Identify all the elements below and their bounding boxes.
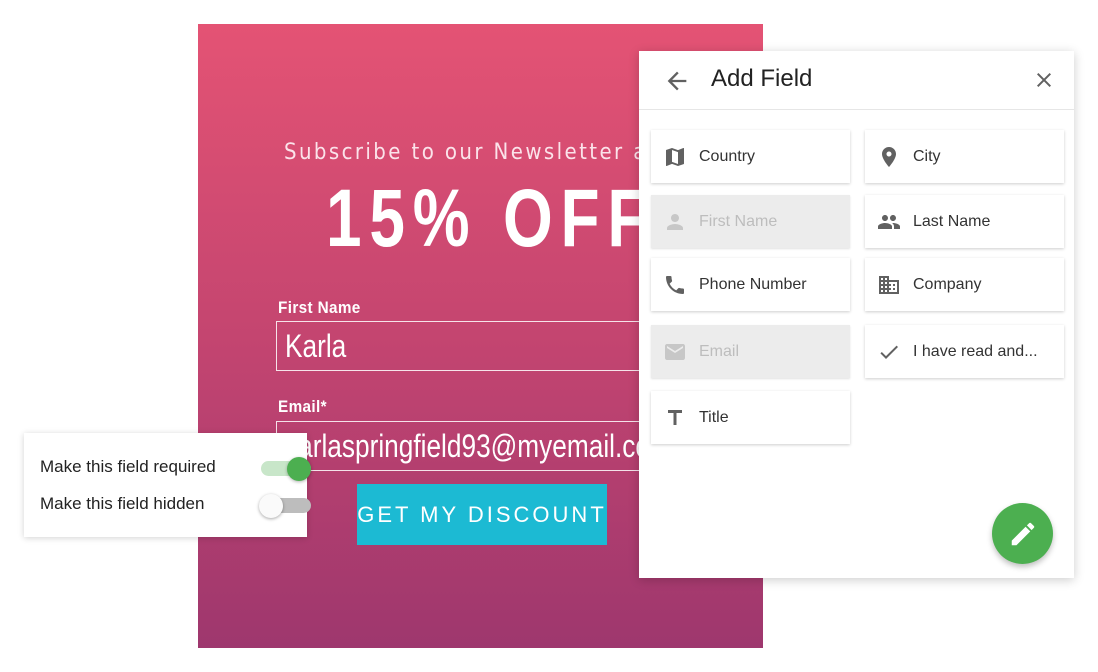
required-toggle-label: Make this field required: [40, 457, 216, 476]
discount-headline: 15% OFF: [326, 173, 655, 264]
close-icon: [1037, 73, 1051, 87]
field-option-label: Country: [699, 147, 756, 165]
panel-title: Add Field: [711, 65, 813, 92]
first-name-label: First Name: [278, 298, 361, 317]
arrow-back-icon: [667, 71, 687, 91]
hidden-toggle-switch[interactable]: [259, 494, 311, 518]
field-option-label: Last Name: [913, 212, 991, 230]
people-icon: [877, 210, 901, 234]
field-option-country[interactable]: Country: [651, 130, 850, 183]
pencil-icon: [1011, 522, 1034, 545]
panel-header: Add Field: [639, 51, 1074, 110]
field-option-label: Company: [913, 275, 982, 293]
first-name-value: Karla: [285, 328, 347, 364]
email-value: karlaspringfield93@myemail.com: [285, 428, 672, 464]
back-button[interactable]: [661, 65, 693, 97]
field-option-label: Email: [699, 342, 740, 360]
field-option-city[interactable]: City: [865, 130, 1064, 183]
email-input[interactable]: karlaspringfield93@myemail.com: [276, 421, 696, 471]
check-icon: [877, 340, 901, 364]
field-option-phone-number[interactable]: Phone Number: [651, 258, 850, 311]
required-toggle-row: Make this field required: [40, 455, 311, 481]
person-icon: [663, 210, 687, 234]
hidden-toggle-row: Make this field hidden: [40, 492, 311, 518]
map-icon: [663, 145, 687, 169]
hidden-toggle-knob: [259, 494, 283, 518]
text-icon: [663, 406, 687, 430]
field-option-first-name[interactable]: First Name: [651, 195, 850, 248]
field-option-label: Title: [699, 408, 729, 426]
field-settings-card: Make this field required Make this field…: [24, 433, 311, 537]
field-option-last-name[interactable]: Last Name: [865, 195, 1064, 248]
field-option-label: Phone Number: [699, 275, 807, 293]
field-option-label: I have read and...: [913, 342, 1038, 360]
mail-icon: [663, 340, 687, 364]
edit-fab-button[interactable]: [992, 503, 1053, 564]
email-label: Email*: [278, 397, 327, 416]
field-option-label: City: [913, 147, 941, 165]
building-icon: [877, 273, 901, 297]
field-option-company[interactable]: Company: [865, 258, 1064, 311]
location-pin-icon: [877, 145, 901, 169]
get-discount-button[interactable]: GET MY DISCOUNT: [357, 484, 607, 545]
field-option-title[interactable]: Title: [651, 391, 850, 444]
required-toggle-knob: [287, 457, 311, 481]
add-field-panel: Add Field Country City First Name Last N…: [639, 51, 1074, 578]
hidden-toggle-label: Make this field hidden: [40, 494, 205, 513]
field-option-email[interactable]: Email: [651, 325, 850, 378]
first-name-input[interactable]: Karla: [276, 321, 696, 371]
close-button[interactable]: [1030, 66, 1058, 94]
required-toggle-switch[interactable]: [259, 457, 311, 481]
phone-icon: [663, 273, 687, 297]
field-option-terms[interactable]: I have read and...: [865, 325, 1064, 378]
field-option-label: First Name: [699, 212, 778, 230]
